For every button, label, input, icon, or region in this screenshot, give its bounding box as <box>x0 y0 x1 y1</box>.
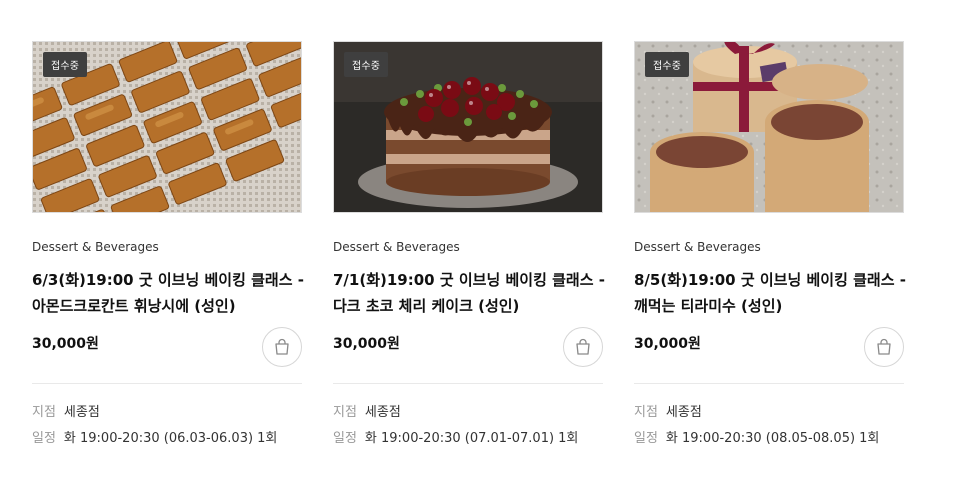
status-badge: 접수중 <box>645 52 690 77</box>
shopping-bag-icon <box>576 338 590 355</box>
price: 30,000원 <box>32 336 99 352</box>
class-thumbnail[interactable]: 접수중 <box>32 41 302 213</box>
add-to-cart-button[interactable] <box>563 327 603 367</box>
branch-row: 지점 세종점 <box>634 401 702 420</box>
price: 30,000원 <box>333 336 400 352</box>
schedule-value: 화 19:00-20:30 (07.01-07.01) 1회 <box>364 431 579 446</box>
class-thumbnail[interactable]: 접수중 <box>634 41 904 213</box>
class-title-line1[interactable]: 8/5(화)19:00 굿 이브닝 베이킹 클래스 - <box>634 267 906 293</box>
shopping-bag-icon <box>275 338 289 355</box>
branch-value: 세종점 <box>665 405 702 420</box>
class-title-line2[interactable]: 아몬드크로칸트 휘낭시에 (성인) <box>32 293 302 319</box>
class-title-line1[interactable]: 6/3(화)19:00 굿 이브닝 베이킹 클래스 - <box>32 267 304 293</box>
category-label: Dessert & Beverages <box>333 240 460 254</box>
shopping-bag-icon <box>877 338 891 355</box>
class-title[interactable]: 6/3(화)19:00 굿 이브닝 베이킹 클래스 - 아몬드크로칸트 휘낭시에… <box>32 267 304 319</box>
branch-row: 지점 세종점 <box>32 401 100 420</box>
divider <box>32 383 302 384</box>
branch-label: 지점 <box>634 405 658 420</box>
class-title-line2[interactable]: 다크 초코 체리 케이크 (성인) <box>333 293 603 319</box>
branch-label: 지점 <box>32 405 56 420</box>
class-card[interactable]: 접수중 Dessert & Beverages 7/1(화)19:00 굿 이브… <box>333 41 605 446</box>
price: 30,000원 <box>634 336 701 352</box>
schedule-label: 일정 <box>634 431 658 446</box>
class-title-line1[interactable]: 7/1(화)19:00 굿 이브닝 베이킹 클래스 - <box>333 267 605 293</box>
divider <box>634 383 904 384</box>
class-title[interactable]: 7/1(화)19:00 굿 이브닝 베이킹 클래스 - 다크 초코 체리 케이크… <box>333 267 605 319</box>
branch-value: 세종점 <box>364 405 401 420</box>
branch-row: 지점 세종점 <box>333 401 401 420</box>
branch-label: 지점 <box>333 405 357 420</box>
branch-value: 세종점 <box>63 405 100 420</box>
class-thumbnail[interactable]: 접수중 <box>333 41 603 213</box>
schedule-label: 일정 <box>333 431 357 446</box>
add-to-cart-button[interactable] <box>262 327 302 367</box>
class-card[interactable]: 접수중 Dessert & Beverages 8/5(화)19:00 굿 이브… <box>634 41 906 446</box>
schedule-row: 일정 화 19:00-20:30 (08.05-08.05) 1회 <box>634 427 879 446</box>
category-label: Dessert & Beverages <box>32 240 159 254</box>
divider <box>333 383 603 384</box>
schedule-label: 일정 <box>32 431 56 446</box>
class-card[interactable]: 접수중 Dessert & Beverages 6/3(화)19:00 굿 이브… <box>32 41 304 446</box>
class-title-line2[interactable]: 깨먹는 티라미수 (성인) <box>634 293 904 319</box>
schedule-row: 일정 화 19:00-20:30 (07.01-07.01) 1회 <box>333 427 578 446</box>
category-label: Dessert & Beverages <box>634 240 761 254</box>
status-badge: 접수중 <box>43 52 88 77</box>
schedule-value: 화 19:00-20:30 (08.05-08.05) 1회 <box>665 431 880 446</box>
class-title[interactable]: 8/5(화)19:00 굿 이브닝 베이킹 클래스 - 깨먹는 티라미수 (성인… <box>634 267 906 319</box>
add-to-cart-button[interactable] <box>864 327 904 367</box>
status-badge: 접수중 <box>344 52 389 77</box>
schedule-value: 화 19:00-20:30 (06.03-06.03) 1회 <box>63 431 278 446</box>
schedule-row: 일정 화 19:00-20:30 (06.03-06.03) 1회 <box>32 427 277 446</box>
